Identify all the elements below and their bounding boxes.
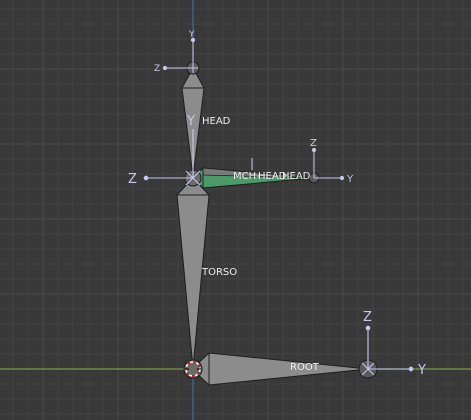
head-tip-axes	[162, 37, 198, 73]
neck-y-label: Y	[186, 114, 195, 129]
root-tip-z-label: Z	[363, 310, 372, 325]
bone-label-mch-head: HEAD	[282, 171, 311, 182]
3d-viewport[interactable]: Y Z Y Z Z Y Z Y HEAD TORSO ROOT MCH- HEA…	[0, 0, 471, 420]
head-tip-y-label: Y	[188, 30, 195, 40]
root-tip-y-label: Y	[417, 363, 426, 378]
bone-root[interactable]	[191, 352, 369, 386]
root-tip-axes	[361, 325, 414, 376]
neck-z-label: Z	[128, 172, 137, 187]
bone-label-root: ROOT	[290, 362, 320, 373]
viewport-canvas[interactable]: Y Z Y Z Z Y Z Y HEAD TORSO ROOT MCH- HEA…	[0, 0, 471, 420]
bone-label-torso: TORSO	[201, 267, 237, 278]
bone-label-head: HEAD	[202, 116, 231, 127]
head-tip-z-label: Z	[154, 64, 160, 74]
bone-label-mch-prefix: MCH-	[233, 171, 260, 182]
mch-tip-y-label: Y	[346, 174, 354, 185]
mch-tip-z-label: Z	[310, 138, 317, 149]
